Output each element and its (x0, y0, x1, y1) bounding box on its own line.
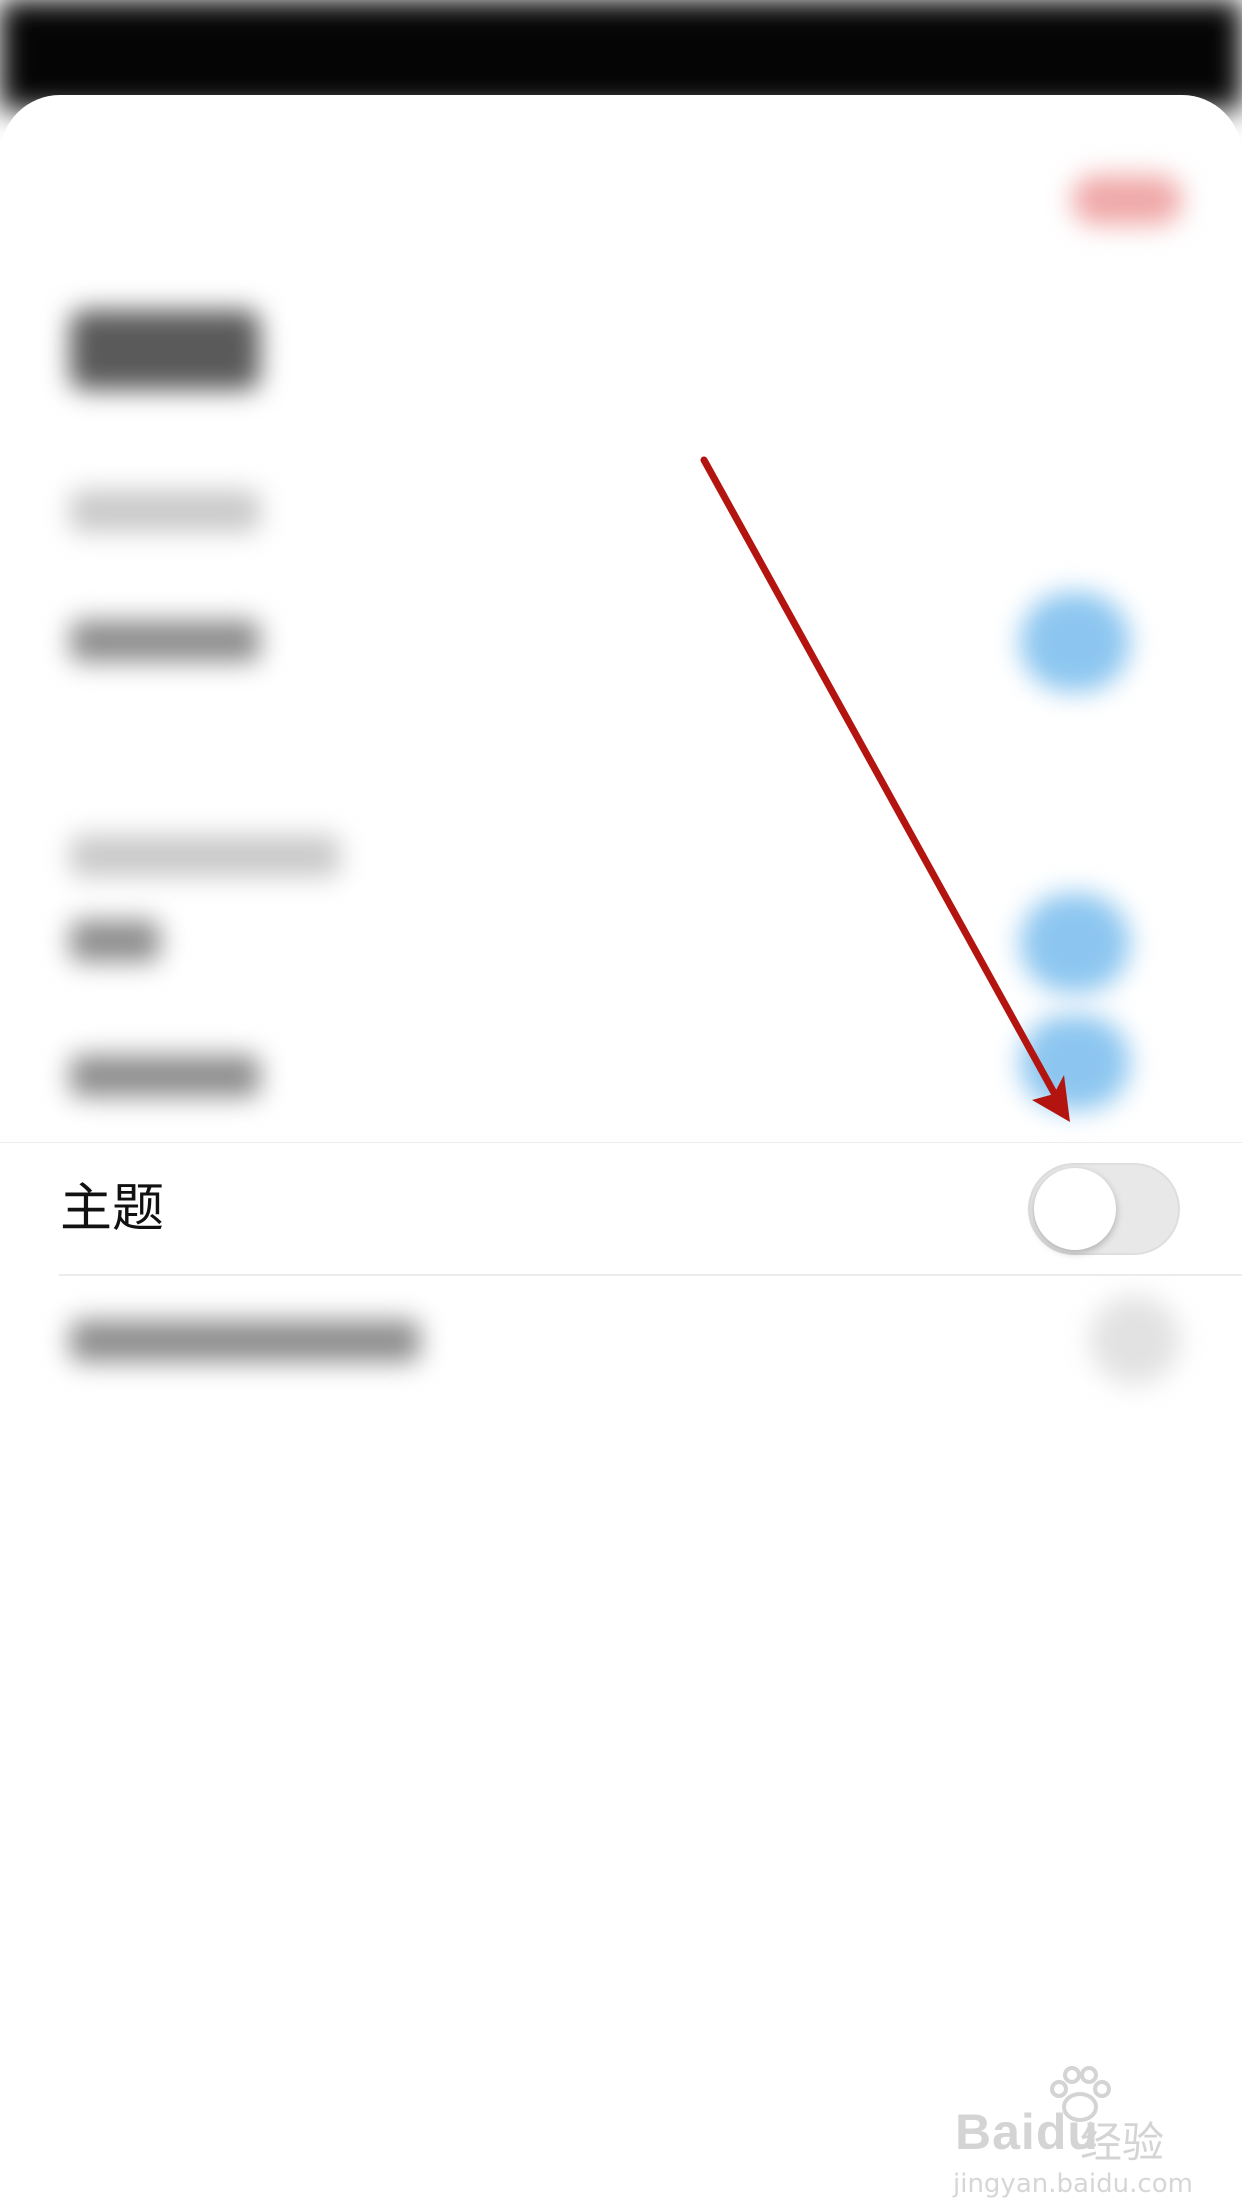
blurred-row-label (70, 620, 260, 662)
theme-label: 主题 (60, 1179, 165, 1239)
toggle-knob (1034, 1168, 1116, 1250)
blurred-page-title (70, 310, 260, 390)
row-divider (59, 1274, 1242, 1276)
blurred-toggle (1020, 592, 1130, 692)
watermark-url: jingyan.baidu.com (953, 2169, 1193, 2199)
blurred-chevron (1090, 1295, 1180, 1385)
status-bar (0, 0, 1242, 110)
blurred-toggle (1020, 893, 1130, 993)
watermark-label: 经验 (1080, 2118, 1165, 2167)
baidu-jingyan-watermark: Baidu 经验 jingyan.baidu.com (945, 2065, 1193, 2199)
blurred-action-button (1072, 175, 1182, 225)
theme-toggle[interactable] (1028, 1163, 1180, 1255)
blurred-row-label (70, 920, 160, 962)
blurred-section-label (70, 490, 260, 532)
blurred-section-label (70, 835, 340, 877)
blurred-row-label (70, 1320, 420, 1362)
blurred-toggle (1020, 1015, 1130, 1110)
theme-setting-row[interactable]: 主题 (0, 1142, 1242, 1275)
watermark-brand: Baidu (955, 2104, 1099, 2160)
blurred-row-label (70, 1055, 260, 1097)
